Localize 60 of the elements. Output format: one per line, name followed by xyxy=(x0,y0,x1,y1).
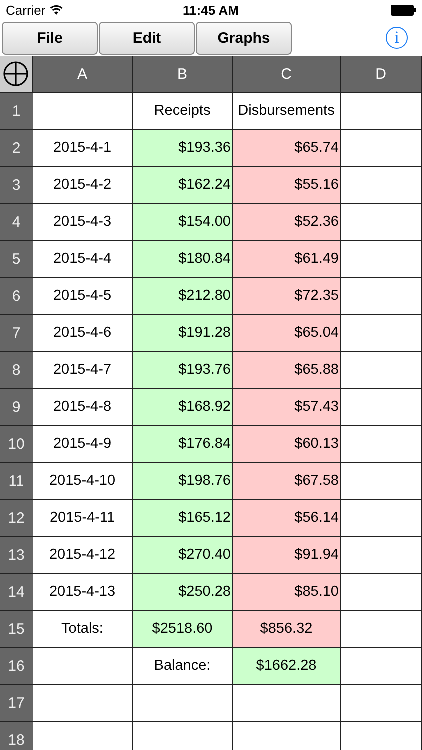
table-cell: $1662.28 xyxy=(233,648,341,685)
table-cell: $168.92 xyxy=(133,389,233,426)
row-header[interactable]: 13 xyxy=(0,537,33,574)
table-cell: $2518.60 xyxy=(133,611,233,648)
carrier-label: Carrier xyxy=(6,2,46,18)
table-cell: $191.28 xyxy=(133,315,233,352)
table-cell: $162.24 xyxy=(133,167,233,204)
status-time: 11:45 AM xyxy=(183,2,239,18)
row-header[interactable]: 18 xyxy=(0,722,33,750)
info-button[interactable]: i xyxy=(386,27,408,49)
row-header[interactable]: 11 xyxy=(0,463,33,500)
crosshair-icon[interactable] xyxy=(3,61,29,87)
row-header[interactable]: 9 xyxy=(0,389,33,426)
table-cell: $72.35 xyxy=(233,278,341,315)
table-cell: $198.76 xyxy=(133,463,233,500)
row-header[interactable]: 8 xyxy=(0,352,33,389)
table-cell: $52.36 xyxy=(233,204,341,241)
battery-icon xyxy=(391,4,416,16)
row-header[interactable]: 10 xyxy=(0,426,33,463)
table-cell: $65.88 xyxy=(233,352,341,389)
table-cell: $65.04 xyxy=(233,315,341,352)
table-cell: $270.40 xyxy=(133,537,233,574)
row-header[interactable]: 2 xyxy=(0,130,33,167)
table-cell: $57.43 xyxy=(233,389,341,426)
table-cell: $61.49 xyxy=(233,241,341,278)
table-cell: $85.10 xyxy=(233,574,341,611)
table-cell: $176.84 xyxy=(133,426,233,463)
wifi-icon xyxy=(50,5,63,15)
toolbar-button[interactable]: Edit xyxy=(99,22,195,54)
table-cell: $856.32 xyxy=(233,611,341,648)
row-header[interactable]: 5 xyxy=(0,241,33,278)
toolbar-button[interactable]: File xyxy=(2,22,98,54)
table-cell: $55.16 xyxy=(233,167,341,204)
column-header[interactable]: B xyxy=(133,56,233,93)
column-header[interactable]: A xyxy=(33,56,133,93)
table-cell: $56.14 xyxy=(233,500,341,537)
row-header[interactable]: 14 xyxy=(0,574,33,611)
row-header[interactable]: 1 xyxy=(0,93,33,130)
table-cell: $60.13 xyxy=(233,426,341,463)
table-cell: $165.12 xyxy=(133,500,233,537)
row-header[interactable]: 15 xyxy=(0,611,33,648)
row-header[interactable]: 16 xyxy=(0,648,33,685)
table-cell: $67.58 xyxy=(233,463,341,500)
column-header[interactable]: D xyxy=(341,56,422,93)
row-header[interactable]: 12 xyxy=(0,500,33,537)
row-header[interactable]: 17 xyxy=(0,685,33,722)
row-header[interactable]: 4 xyxy=(0,204,33,241)
row-header[interactable]: 3 xyxy=(0,167,33,204)
row-header[interactable]: 7 xyxy=(0,315,33,352)
table-cell: $212.80 xyxy=(133,278,233,315)
table-cell: $91.94 xyxy=(233,537,341,574)
table-cell: $65.74 xyxy=(233,130,341,167)
column-header[interactable]: C xyxy=(233,56,341,93)
toolbar-button[interactable]: Graphs xyxy=(196,22,292,54)
row-header[interactable]: 6 xyxy=(0,278,33,315)
table-cell: $250.28 xyxy=(133,574,233,611)
table-cell: $154.00 xyxy=(133,204,233,241)
table-cell: $193.36 xyxy=(133,130,233,167)
table-cell: $180.84 xyxy=(133,241,233,278)
table-cell: $193.76 xyxy=(133,352,233,389)
